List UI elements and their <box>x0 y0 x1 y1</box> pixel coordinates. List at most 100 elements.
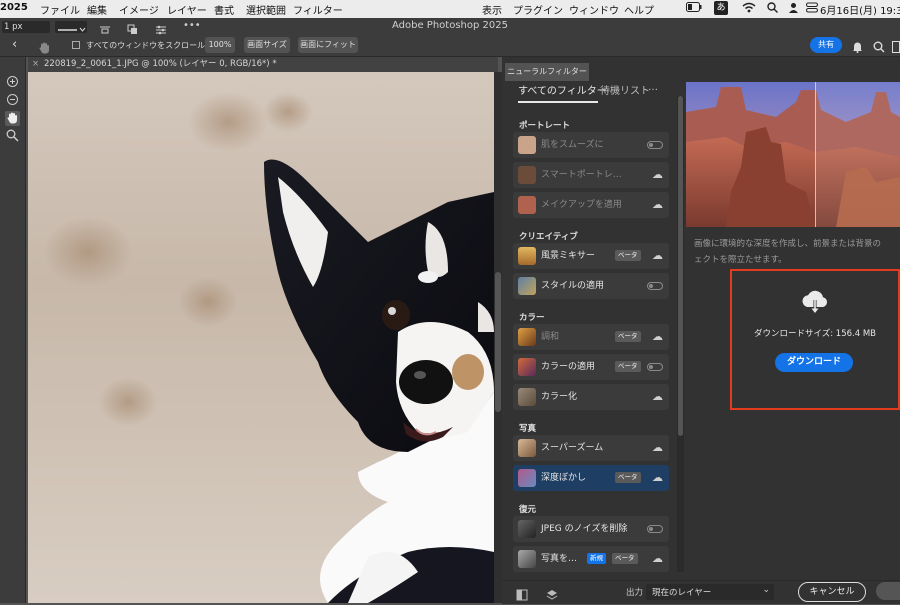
menu-image[interactable]: イメージ <box>119 2 159 17</box>
menu-type[interactable]: 書式 <box>214 2 234 17</box>
zoom-tool-icon[interactable] <box>5 129 20 144</box>
download-button[interactable]: ダウンロード <box>775 353 853 372</box>
close-tab-icon[interactable]: × <box>32 57 39 72</box>
layers-icon[interactable] <box>546 586 558 605</box>
neural-filters-tab[interactable]: ニューラルフィルター <box>505 63 589 81</box>
cloud-download-icon[interactable]: ☁ <box>652 324 663 350</box>
canvas-scrollbar[interactable] <box>494 72 502 603</box>
filter-item-colorize[interactable]: カラー化 ☁ <box>513 384 669 410</box>
app-menu[interactable]: 2025 <box>0 2 28 13</box>
wifi-icon[interactable] <box>742 2 756 16</box>
cloud-download-icon[interactable]: ☁ <box>652 192 663 218</box>
clock[interactable]: 6月16日(月) 19:32 <box>820 2 900 17</box>
filter-item-style-transfer[interactable]: スタイルの適用 <box>513 273 669 299</box>
output-select[interactable]: 現在のレイヤー ⌄ <box>646 584 774 600</box>
user-icon[interactable] <box>788 2 799 16</box>
document-canvas[interactable] <box>28 72 494 603</box>
colorize-thumbnail <box>518 388 536 406</box>
document-tab[interactable]: × 220819_2_0061_1.JPG @ 100% (レイヤー 0, RG… <box>28 57 498 72</box>
ok-button[interactable] <box>876 582 900 600</box>
filter-toggle[interactable] <box>647 363 663 371</box>
zoom-100-button[interactable]: 100% <box>205 37 235 53</box>
tab-more[interactable]: … <box>648 82 658 100</box>
cloud-download-icon[interactable]: ☁ <box>652 435 663 461</box>
menu-help[interactable]: ヘルプ <box>624 2 654 17</box>
filter-item-super-zoom[interactable]: スーパーズーム ☁ <box>513 435 669 461</box>
control-center-icon[interactable] <box>806 2 818 16</box>
filter-preview-image <box>686 82 900 227</box>
cloud-download-icon[interactable]: ☁ <box>652 465 663 491</box>
panel-bottom-bar: 出力 現在のレイヤー ⌄ キャンセル <box>502 580 900 604</box>
back-icon[interactable]: ‹ <box>12 37 17 52</box>
photo-restoration-thumbnail <box>518 550 536 568</box>
filter-item-skin-smoothing[interactable]: 肌をスムーズに <box>513 132 669 158</box>
filter-label: スマートポートレ… <box>541 170 622 180</box>
cloud-download-icon[interactable]: ☁ <box>652 546 663 572</box>
filter-label: 深度ぼかし <box>541 473 587 483</box>
menu-edit[interactable]: 編集 <box>87 2 107 17</box>
menu-window[interactable]: ウィンドウ <box>569 2 619 17</box>
active-tab-indicator <box>518 101 598 103</box>
preview-compare-icon[interactable] <box>516 586 528 605</box>
zoom-in-icon[interactable] <box>5 75 20 90</box>
filter-item-photo-restoration[interactable]: 写真を… 新規 ベータ ☁ <box>513 546 669 572</box>
options-bar: ‹ すべてのウィンドウをスクロール 100% 画面サイズ 画面にフィット <box>0 36 900 57</box>
cloud-download-icon[interactable]: ☁ <box>652 243 663 269</box>
input-method-icon[interactable]: あ <box>714 1 728 15</box>
beta-badge: ベータ <box>615 472 641 483</box>
cloud-download-icon[interactable]: ☁ <box>652 162 663 188</box>
filter-list-scroll-thumb[interactable] <box>678 96 683 436</box>
category-color: カラー <box>519 313 545 323</box>
tab-waitlist[interactable]: 待機リスト <box>600 82 650 100</box>
scroll-all-checkbox[interactable] <box>72 41 80 49</box>
workspace-icon[interactable] <box>892 38 900 57</box>
share-button[interactable]: 共有 <box>810 37 842 53</box>
filter-item-makeup-transfer[interactable]: メイクアップを適用 ☁ <box>513 192 669 218</box>
filter-item-jpeg-artifacts[interactable]: JPEG のノイズを削除 <box>513 516 669 542</box>
notification-bell-icon[interactable] <box>852 38 863 57</box>
filter-label: スタイルの適用 <box>541 281 605 291</box>
filter-item-color-transfer[interactable]: カラーの適用 ベータ <box>513 354 669 380</box>
filter-toggle[interactable] <box>647 525 663 533</box>
filter-item-smart-portrait[interactable]: スマートポートレ… ☁ <box>513 162 669 188</box>
makeup-transfer-thumbnail <box>518 196 536 214</box>
more-options-icon[interactable]: ••• <box>183 20 201 31</box>
menu-select[interactable]: 選択範囲 <box>246 2 286 17</box>
filter-item-harmonization[interactable]: 調和 ベータ ☁ <box>513 324 669 350</box>
filter-item-landscape-mixer[interactable]: 風景ミキサー ベータ ☁ <box>513 243 669 269</box>
color-transfer-thumbnail <box>518 358 536 376</box>
zoom-out-icon[interactable] <box>5 93 20 108</box>
filter-item-depth-blur[interactable]: 深度ぼかし ベータ ☁ <box>513 465 669 491</box>
beta-badge: ベータ <box>615 331 641 342</box>
stroke-style-dropdown[interactable] <box>55 21 87 33</box>
smart-portrait-thumbnail <box>518 166 536 184</box>
style-transfer-thumbnail <box>518 277 536 295</box>
cloud-download-icon[interactable]: ☁ <box>652 384 663 410</box>
menu-plugins[interactable]: プラグイン <box>513 2 563 17</box>
document-title: 220819_2_0061_1.JPG @ 100% (レイヤー 0, RGB/… <box>44 59 277 69</box>
fill-screen-button[interactable]: 画面にフィット <box>298 37 358 53</box>
brush-size-field[interactable]: 1 px <box>2 21 50 33</box>
output-label: 出力 <box>626 588 644 598</box>
filter-label: スーパーズーム <box>541 443 604 453</box>
hand-icon[interactable] <box>5 111 20 126</box>
search-icon[interactable] <box>767 2 778 16</box>
filter-toggle[interactable] <box>647 282 663 290</box>
tab-all-filters[interactable]: すべてのフィルター <box>518 82 607 100</box>
filter-description: 画像に環境的な深度を作成し、前景または背景の ェクトを際立たせます。 <box>694 236 900 268</box>
canvas-scroll-thumb[interactable] <box>495 272 501 412</box>
menu-file[interactable]: ファイル <box>40 2 80 17</box>
filter-list-scrollbar[interactable] <box>677 96 684 572</box>
search-ps-icon[interactable] <box>873 38 885 57</box>
fit-screen-button[interactable]: 画面サイズ <box>244 37 290 53</box>
battery-icon[interactable] <box>686 2 702 15</box>
description-line: 画像に環境的な深度を作成し、前景または背景の <box>694 239 882 249</box>
hand-tool-icon[interactable] <box>38 39 51 58</box>
menu-filter[interactable]: フィルター <box>293 2 343 17</box>
menu-view[interactable]: 表示 <box>482 2 502 17</box>
menu-layer[interactable]: レイヤー <box>167 2 207 17</box>
dog-photo <box>43 92 494 603</box>
cloud-download-large-icon <box>800 289 830 321</box>
filter-toggle[interactable] <box>647 141 663 149</box>
cancel-button[interactable]: キャンセル <box>798 582 866 602</box>
